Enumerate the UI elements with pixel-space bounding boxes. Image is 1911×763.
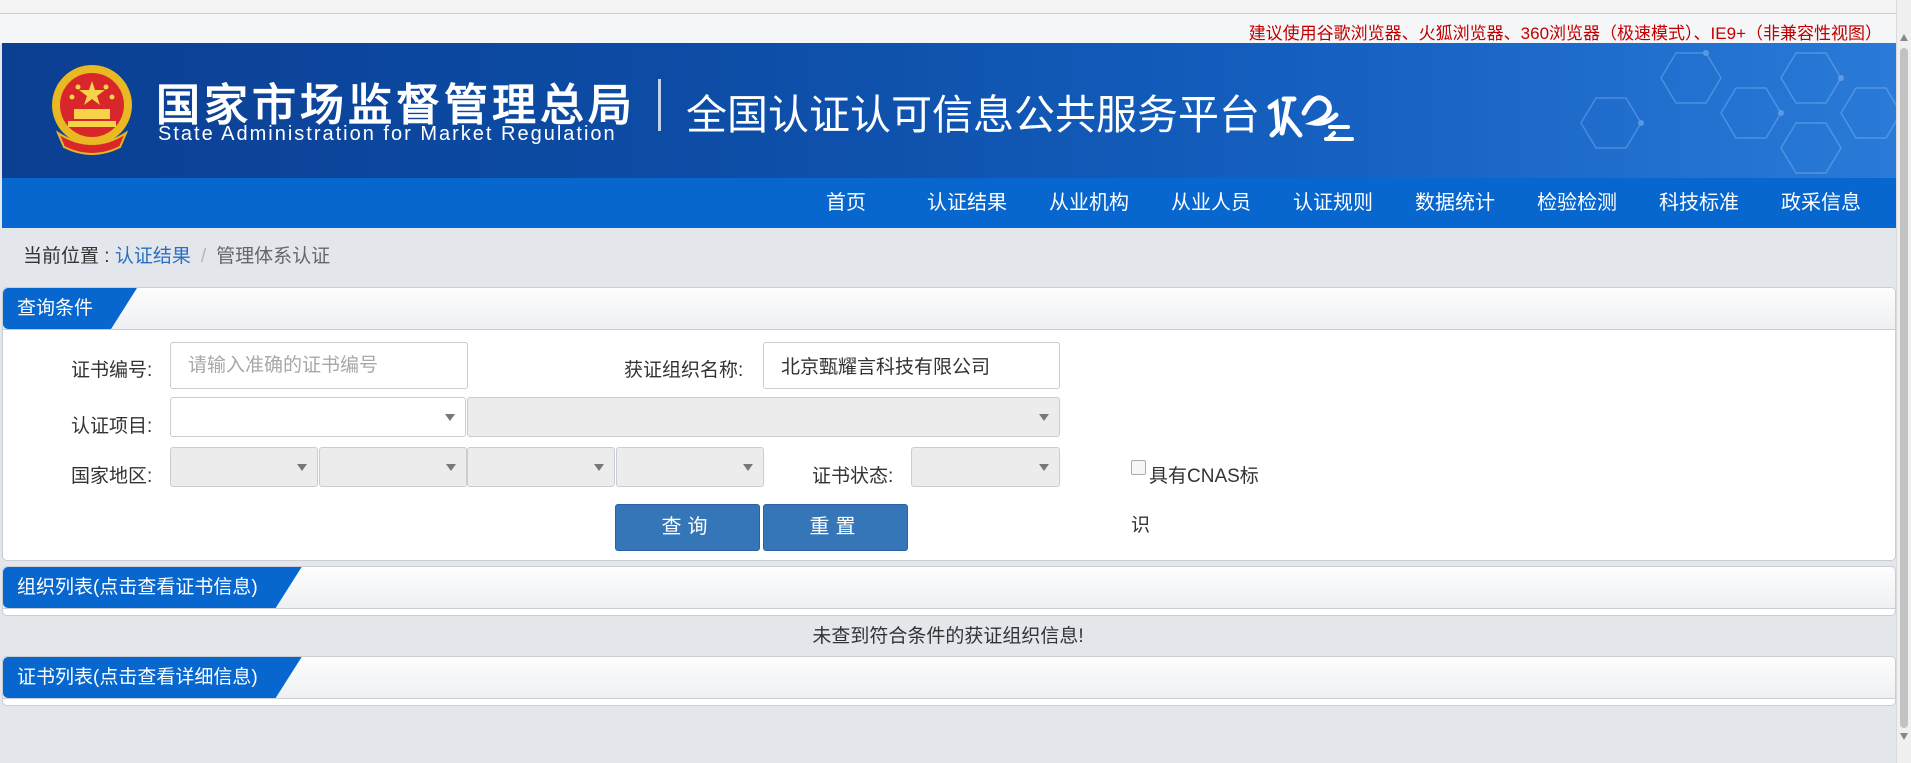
query-panel-header: 查询条件 bbox=[3, 288, 1895, 330]
breadcrumb-link-cert-results[interactable]: 认证结果 bbox=[115, 246, 191, 267]
site-header: 国家市场监督管理总局 State Administration for Mark… bbox=[2, 43, 1896, 178]
org-name-input[interactable] bbox=[763, 342, 1060, 389]
org-list-panel: 组织列表(点击查看证书信息) bbox=[2, 566, 1896, 616]
cnas-label: 具有CNAS标 bbox=[1149, 466, 1259, 487]
chevron-down-icon bbox=[297, 464, 307, 471]
region-label: 国家地区: bbox=[71, 466, 153, 487]
chevron-down-icon bbox=[1039, 464, 1049, 471]
chevron-down-icon bbox=[743, 464, 753, 471]
breadcrumb-current: 管理体系认证 bbox=[216, 246, 331, 267]
nav-item-home[interactable]: 首页 bbox=[805, 178, 906, 228]
project-select[interactable] bbox=[170, 397, 466, 437]
nav-item-cert-results[interactable]: 认证结果 bbox=[906, 178, 1028, 228]
cert-list-panel: 证书列表(点击查看详细信息) bbox=[2, 656, 1896, 706]
cert-list-panel-header: 证书列表(点击查看详细信息) bbox=[3, 657, 1895, 699]
region-city-select[interactable] bbox=[467, 447, 615, 487]
org-list-panel-header: 组织列表(点击查看证书信息) bbox=[3, 567, 1895, 609]
cert-no-input[interactable] bbox=[170, 342, 468, 389]
chevron-down-icon bbox=[1039, 414, 1049, 421]
main-nav: 首页 认证结果 从业机构 从业人员 认证规则 数据统计 检验检测 科技标准 政采… bbox=[2, 178, 1896, 228]
national-emblem-icon bbox=[52, 65, 132, 155]
cert-list-title: 证书列表(点击查看详细信息) bbox=[3, 657, 302, 698]
notice-bar: 建议使用谷歌浏览器、火狐浏览器、360浏览器（极速模式）、IE9+（非兼容性视图… bbox=[0, 14, 1896, 43]
cert-no-label: 证书编号: bbox=[71, 360, 153, 381]
nav-item-standards[interactable]: 科技标准 bbox=[1638, 178, 1760, 228]
hexagon-pattern-decoration bbox=[1580, 50, 1896, 174]
nav-item-statistics[interactable]: 数据统计 bbox=[1394, 178, 1516, 228]
breadcrumb: 当前位置 : 认证结果 / 管理体系认证 bbox=[23, 241, 330, 268]
agency-name-en: State Administration for Market Regulati… bbox=[158, 123, 617, 145]
region-district-select[interactable] bbox=[616, 447, 764, 487]
org-name-label: 获证组织名称: bbox=[624, 360, 744, 381]
page-scrollbar[interactable] bbox=[1896, 0, 1911, 763]
scrollbar-thumb[interactable] bbox=[1900, 48, 1908, 728]
nav-item-personnel[interactable]: 从业人员 bbox=[1150, 178, 1272, 228]
nav-item-cert-rules[interactable]: 认证规则 bbox=[1272, 178, 1394, 228]
query-panel-title: 查询条件 bbox=[3, 288, 137, 329]
renzheng-cloud-logo bbox=[1267, 95, 1354, 141]
chevron-down-icon bbox=[445, 414, 455, 421]
breadcrumb-separator: / bbox=[200, 246, 207, 267]
project-subtype-select[interactable] bbox=[467, 397, 1060, 437]
chevron-down-icon bbox=[594, 464, 604, 471]
region-country-select[interactable] bbox=[170, 447, 318, 487]
header-divider bbox=[658, 79, 661, 131]
project-label: 认证项目: bbox=[71, 416, 153, 437]
platform-title: 全国认证认可信息公共服务平台 bbox=[686, 92, 1260, 138]
org-list-empty-message: 未查到符合条件的获证组织信息! bbox=[812, 626, 1084, 647]
browser-notice: 建议使用谷歌浏览器、火狐浏览器、360浏览器（极速模式）、IE9+（非兼容性视图… bbox=[1248, 24, 1882, 43]
cnas-label-wrap: 识 bbox=[1131, 515, 1151, 536]
org-list-title: 组织列表(点击查看证书信息) bbox=[3, 567, 302, 608]
scroll-up-icon[interactable] bbox=[1900, 34, 1908, 41]
cnas-checkbox[interactable] bbox=[1131, 460, 1146, 475]
breadcrumb-prefix: 当前位置 : bbox=[23, 246, 115, 267]
nav-item-institutions[interactable]: 从业机构 bbox=[1028, 178, 1150, 228]
search-button[interactable]: 查询 bbox=[615, 504, 760, 551]
region-province-select[interactable] bbox=[319, 447, 467, 487]
status-select[interactable] bbox=[911, 447, 1060, 487]
scroll-down-icon[interactable] bbox=[1900, 733, 1908, 740]
nav-item-testing[interactable]: 检验检测 bbox=[1516, 178, 1638, 228]
chevron-down-icon bbox=[446, 464, 456, 471]
status-label: 证书状态: bbox=[812, 466, 894, 487]
reset-button[interactable]: 重置 bbox=[763, 504, 908, 551]
browser-top-strip bbox=[0, 0, 1896, 14]
nav-item-procurement[interactable]: 政采信息 bbox=[1760, 178, 1882, 228]
